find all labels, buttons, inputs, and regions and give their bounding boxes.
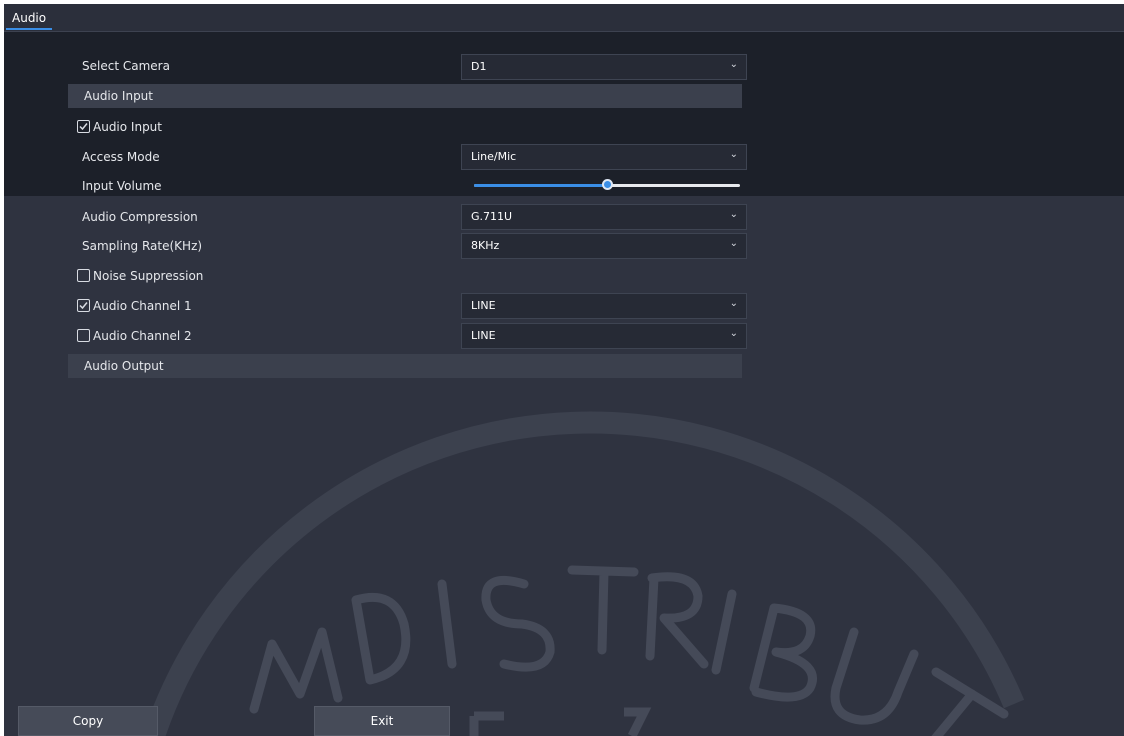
audio-settings-screen: Audio Select Camera D1 ⌄ Audio Input Aud… xyxy=(4,4,1124,736)
watermark-seal xyxy=(143,411,1025,736)
copy-button[interactable]: Copy xyxy=(18,706,158,736)
exit-button[interactable]: Exit xyxy=(314,706,450,736)
